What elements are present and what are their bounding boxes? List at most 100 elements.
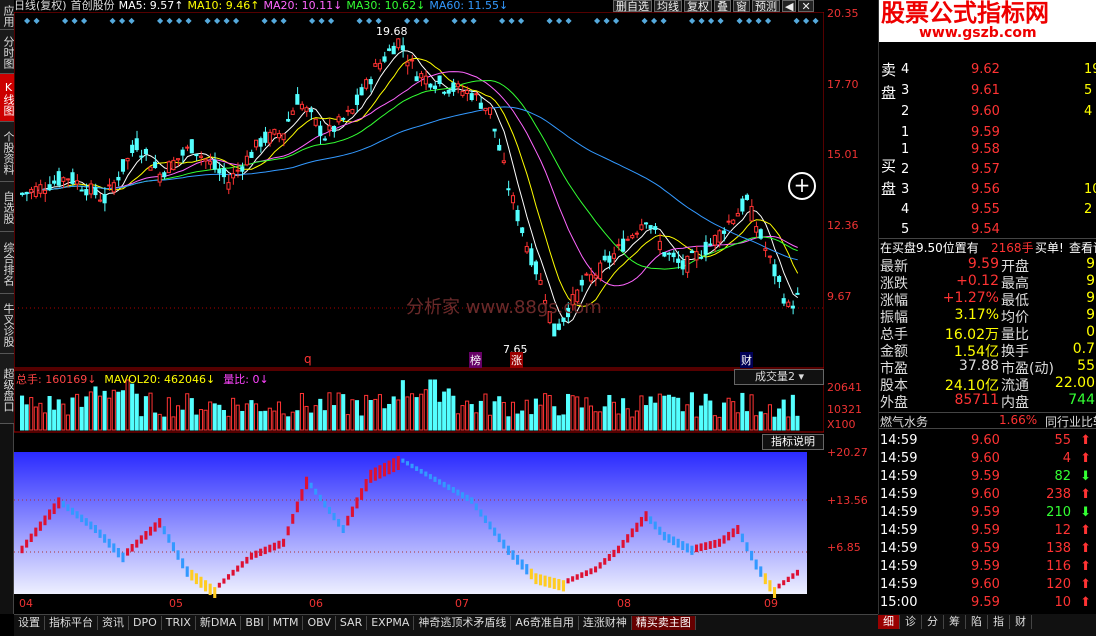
candle-body — [212, 159, 217, 170]
indicator-tab[interactable]: BBI — [241, 616, 269, 630]
tick-time: 14:59 — [880, 523, 918, 538]
sidebar-tab[interactable]: 牛叉诊股 — [0, 294, 14, 354]
indicator-bar — [254, 550, 258, 558]
toolbar-button[interactable]: 预测 — [752, 0, 780, 12]
indicator-tab[interactable]: 神奇逃顶术矛盾线 — [414, 616, 512, 630]
sidebar-tab[interactable]: 应用 — [0, 0, 14, 30]
signal-diamond: ◆ — [186, 16, 193, 25]
volume-bar — [387, 403, 392, 431]
indicator-tab[interactable]: SAR — [336, 616, 368, 630]
toolbar-button[interactable]: 复权 — [684, 0, 712, 12]
signal-diamond: ◆ — [689, 16, 696, 25]
tick-time: 14:59 — [880, 505, 918, 520]
zoom-plus-icon[interactable]: + — [788, 172, 816, 200]
indicator-bar — [690, 545, 694, 555]
signal-diamond: ◆ — [157, 16, 164, 25]
quote-tab[interactable]: 分 — [922, 615, 944, 629]
toolbar-button[interactable]: 叠 — [714, 0, 731, 12]
signal-diamond: ◆ — [699, 16, 706, 25]
chart-toolbar: 删自选 均线 复权叠窗预测 ◀ ✕ — [613, 0, 825, 12]
volume: 2 — [1084, 202, 1093, 217]
signal-diamond: ◆ — [119, 16, 126, 25]
quote-tab[interactable]: 诊 — [900, 615, 922, 629]
indicator-bar — [415, 466, 419, 471]
stat-value: 0 — [1086, 324, 1095, 340]
volume-selector[interactable]: 成交量2 ▾ — [734, 369, 824, 385]
candle-body — [611, 253, 616, 259]
indicator-bar — [217, 582, 221, 588]
candle-body — [731, 219, 736, 225]
candle-body — [98, 199, 103, 202]
candle-body — [345, 109, 350, 112]
candle-body — [318, 125, 323, 137]
sidebar-tab[interactable]: 个股资料 — [0, 122, 14, 182]
queue-button[interactable]: 买单! — [1035, 239, 1064, 256]
signal-diamond: ◆ — [72, 16, 79, 25]
indicator-tab[interactable]: 连涨财神 — [579, 616, 632, 630]
quote-tab[interactable]: 陷 — [966, 615, 988, 629]
sidebar-tab[interactable]: K线图 — [0, 74, 14, 122]
indicator-bar — [43, 515, 47, 526]
banner: 股票公式指标网 www.gszb.com — [879, 0, 1096, 42]
candle-body — [194, 153, 199, 157]
volume-bar — [120, 390, 126, 431]
indicator-tab[interactable]: 资讯 — [98, 616, 129, 630]
toolbar-button[interactable]: ✕ — [798, 0, 814, 12]
candle-body — [744, 194, 750, 200]
tick-time: 14:59 — [880, 577, 918, 592]
arrow-down-icon: ⬇ — [1080, 505, 1091, 520]
volume: 10 — [1084, 182, 1096, 197]
sector-row: 燃气水务 1.66% 同行业比较 — [879, 412, 1096, 429]
tick-price: 9.60 — [971, 487, 1000, 502]
stat-value: 9.59 — [967, 256, 999, 272]
sidebar-tab[interactable]: 自选股 — [0, 182, 14, 232]
volume-bar — [483, 393, 488, 431]
quote-tab[interactable]: 指 — [988, 615, 1010, 629]
sidebar-tab[interactable]: 综合排名 — [0, 232, 14, 294]
toolbar-button[interactable]: 窗 — [733, 0, 750, 12]
indicator-tab[interactable]: MTM — [269, 616, 304, 630]
toolbar-button[interactable]: ◀ — [782, 0, 797, 12]
quote-tab[interactable]: 细 — [878, 615, 900, 629]
indicator-tab[interactable]: OBV — [303, 616, 336, 630]
indicator-bar — [460, 492, 465, 499]
sector-compare-button[interactable]: 同行业比较 — [1045, 413, 1096, 430]
indicator-tab[interactable]: 新DMA — [196, 616, 242, 630]
stat-row: 市盈 37.88 市盈(动) 55 — [879, 358, 1096, 377]
indicator-tab[interactable]: TRIX — [162, 616, 196, 630]
volume-bar — [634, 410, 639, 431]
arrow-down-icon: ⬇ — [1080, 469, 1091, 484]
volume: 5 — [1084, 83, 1093, 98]
signal-diamond: ◆ — [281, 16, 288, 25]
volume-bar — [235, 404, 240, 431]
ma-label: 日线(复权) — [14, 0, 67, 12]
volume-bar — [579, 407, 584, 431]
volume-bar — [295, 410, 300, 431]
indicator-help-button[interactable]: 指标说明 — [762, 434, 824, 450]
volume-bar — [267, 407, 272, 431]
volume-bar — [712, 415, 717, 431]
candle-body — [671, 252, 676, 258]
indicator-tab[interactable]: 精买卖主图 — [631, 616, 696, 630]
signal-diamond: ◆ — [813, 16, 820, 25]
signal-diamond: ◆ — [718, 16, 725, 25]
indicator-tab[interactable]: 指标平台 — [45, 616, 98, 630]
indicator-bar — [479, 509, 483, 517]
quote-tab[interactable]: 财 — [1010, 615, 1032, 629]
volume-bar — [20, 395, 25, 431]
quote-tab[interactable]: 筹 — [944, 615, 966, 629]
indicator-bar — [722, 535, 726, 544]
toolbar-button[interactable]: 均线 — [654, 0, 682, 12]
toolbar-button[interactable]: 删自选 — [613, 0, 652, 12]
candle-body — [364, 79, 369, 89]
indicator-tab[interactable]: EXPMA — [367, 616, 415, 630]
queue-look-button[interactable]: 查看详 — [1069, 239, 1096, 256]
indicator-bar — [594, 566, 598, 573]
sidebar-tab[interactable]: 分时图 — [0, 30, 14, 74]
indicator-bar — [685, 543, 689, 553]
indicator-tab[interactable]: DPO — [129, 616, 162, 630]
sidebar-tab[interactable]: 超级盘口 — [0, 354, 14, 424]
candle-body — [240, 166, 245, 172]
indicator-tab[interactable]: 设置 — [14, 616, 45, 630]
indicator-tab[interactable]: A6奇准自用 — [511, 616, 579, 630]
